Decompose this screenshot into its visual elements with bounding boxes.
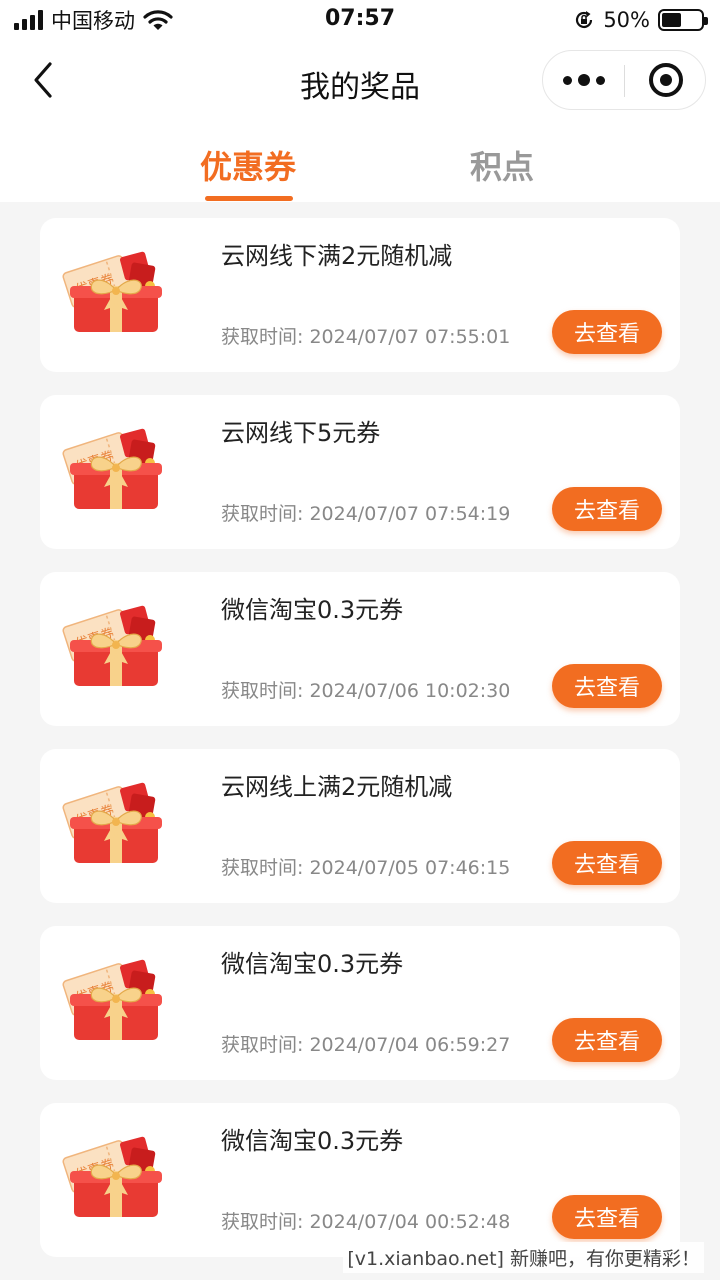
coupon-acquired-time: 获取时间: 2024/07/06 10:02:30: [221, 680, 511, 702]
coupon-title: 微信淘宝0.3元券: [221, 950, 404, 978]
view-coupon-button[interactable]: 去查看: [552, 841, 662, 885]
battery-tip: [704, 17, 708, 25]
coupon-card: 优惠券 云网线下满2元随机减 获取时间: 2024/07/07 07:55:01…: [40, 218, 680, 372]
target-close-icon[interactable]: [625, 51, 706, 109]
coupon-title: 云网线下5元券: [221, 419, 381, 447]
view-coupon-button[interactable]: 去查看: [552, 1018, 662, 1062]
coupon-acquired-time: 获取时间: 2024/07/07 07:54:19: [221, 503, 511, 525]
gift-coupon-icon: 优惠券: [62, 959, 162, 1040]
rotation-lock-icon: [576, 11, 593, 29]
coupon-acquired-time: 获取时间: 2024/07/04 00:52:48: [221, 1211, 511, 1233]
gift-coupon-icon: 优惠券: [62, 428, 162, 509]
gift-coupon-icon: 优惠券: [62, 605, 162, 686]
coupon-card: 优惠券 微信淘宝0.3元券 获取时间: 2024/07/04 00:52:48 …: [40, 1103, 680, 1257]
view-coupon-button[interactable]: 去查看: [552, 664, 662, 708]
coupon-card: 优惠券 云网线下5元券 获取时间: 2024/07/07 07:54:19 去查…: [40, 395, 680, 549]
view-coupon-button[interactable]: 去查看: [552, 487, 662, 531]
coupon-title: 云网线下满2元随机减: [221, 242, 453, 270]
active-tab-indicator: [205, 196, 293, 201]
status-right: 50%: [573, 7, 708, 33]
more-dots-icon[interactable]: [543, 51, 624, 109]
coupon-title: 微信淘宝0.3元券: [221, 1127, 404, 1155]
coupon-acquired-time: 获取时间: 2024/07/04 06:59:27: [221, 1034, 511, 1056]
coupon-card: 优惠券 云网线上满2元随机减 获取时间: 2024/07/05 07:46:15…: [40, 749, 680, 903]
coupon-title: 云网线上满2元随机减: [221, 773, 453, 801]
coupon-title: 微信淘宝0.3元券: [221, 596, 404, 624]
nav-bar: 我的奖品: [0, 40, 720, 124]
gift-coupon-icon: 优惠券: [62, 1136, 162, 1217]
tab-coupons[interactable]: 优惠券: [200, 142, 296, 188]
view-coupon-button[interactable]: 去查看: [552, 310, 662, 354]
status-bar: 中国移动 07:57 50%: [0, 0, 720, 40]
battery-icon: [658, 9, 708, 31]
tab-bar: 优惠券 积点: [0, 124, 720, 202]
battery-percent: 50%: [603, 8, 650, 32]
mini-program-capsule: [542, 50, 706, 110]
gift-coupon-icon: 优惠券: [62, 782, 162, 863]
gift-coupon-icon: 优惠券: [62, 251, 162, 332]
coupon-card: 优惠券 微信淘宝0.3元券 获取时间: 2024/07/06 10:02:30 …: [40, 572, 680, 726]
battery-fill: [662, 13, 681, 27]
page: 中国移动 07:57 50% 我的奖品 优惠券 积点 云网线下满2元随机减 获取…: [0, 0, 720, 1280]
coupon-list: 优惠券 云网线下满2元随机减 获取时间: 2024/07/07 07:55:01…: [40, 218, 680, 1280]
tab-points[interactable]: 积点: [470, 142, 534, 188]
coupon-acquired-time: 获取时间: 2024/07/07 07:55:01: [221, 326, 511, 348]
coupon-acquired-time: 获取时间: 2024/07/05 07:46:15: [221, 857, 511, 879]
watermark-text: [v1.xianbao.net] 新赚吧，有你更精彩！: [343, 1242, 704, 1273]
coupon-card: 优惠券 微信淘宝0.3元券 获取时间: 2024/07/04 06:59:27 …: [40, 926, 680, 1080]
view-coupon-button[interactable]: 去查看: [552, 1195, 662, 1239]
